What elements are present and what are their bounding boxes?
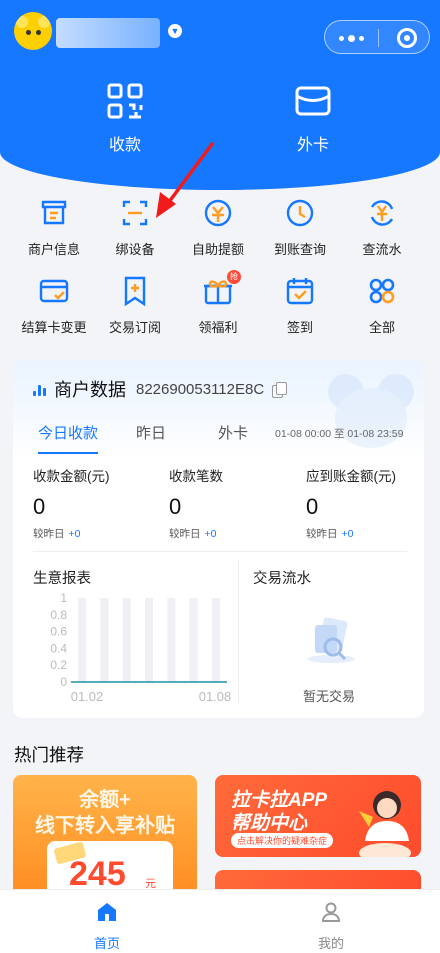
stat-value: 0 xyxy=(169,494,182,519)
section-title: 热门推荐 xyxy=(14,745,84,765)
grid-label: 签到 xyxy=(286,320,313,335)
bar-background xyxy=(167,598,176,682)
tab-yesterday[interactable]: 昨日 xyxy=(136,422,166,443)
bar-background xyxy=(211,598,220,682)
y-tick-label: 0.2 xyxy=(50,658,67,672)
grid-label: 交易订阅 xyxy=(108,320,161,335)
stat-label: 收款笔数 xyxy=(169,469,223,484)
stat-value: 0 xyxy=(306,494,319,519)
bar-background xyxy=(78,598,87,682)
y-tick-label: 0.4 xyxy=(50,641,67,655)
grid-item-settlement-card[interactable]: 结算卡变更 xyxy=(14,274,94,336)
promo-line1: 余额+ xyxy=(79,789,131,811)
bar-background xyxy=(189,598,198,682)
wallet-card-icon xyxy=(295,86,331,116)
grid-label: 查流水 xyxy=(362,242,402,257)
copy-icon[interactable] xyxy=(272,382,288,398)
more-icon[interactable] xyxy=(339,35,364,42)
bookmark-icon xyxy=(124,276,146,307)
x-tick-label: 01.08 xyxy=(199,689,232,704)
flow-title[interactable]: 交易流水 xyxy=(253,567,311,588)
stat-label: 收款金额(元) xyxy=(33,469,110,484)
card-header: 商户数据 822690053112E8C xyxy=(33,376,288,402)
x-tick-label: 01.02 xyxy=(71,689,104,704)
promo-banner-balance[interactable]: 余额+ 线下转入享补贴 245 元 xyxy=(13,775,197,905)
grid-label: 自助提额 xyxy=(191,242,244,257)
tab-mine[interactable]: 我的 xyxy=(281,900,381,952)
merchant-name-blurred[interactable] xyxy=(56,18,160,48)
tab-label: 我的 xyxy=(317,936,344,951)
scan-device-icon xyxy=(122,200,148,226)
tab-label: 首页 xyxy=(93,936,120,951)
avatar[interactable] xyxy=(14,12,52,50)
bottom-tabbar: 首页 我的 xyxy=(0,889,440,953)
miniprogram-capsule xyxy=(324,20,430,54)
tab-home[interactable]: 首页 xyxy=(57,900,157,952)
y-tick-label: 0.6 xyxy=(50,625,67,639)
qr-code-icon xyxy=(107,83,143,119)
grid-label: 到账查询 xyxy=(273,242,326,257)
yen-flow-icon xyxy=(370,200,394,226)
date-tabs: 今日收款 昨日 外卡 01-08 00:00 至 01-08 23:59 xyxy=(13,418,424,454)
store-icon xyxy=(41,200,67,225)
stat-compare: 较昨日 +0 xyxy=(169,528,217,540)
grid-item-merchant-info[interactable]: 商户信息 xyxy=(14,196,94,258)
grid-item-trade-subscribe[interactable]: 交易订阅 xyxy=(95,274,175,336)
stat-amount: 收款金额(元) 0 较昨日 +0 xyxy=(33,465,110,541)
foreign-card-label: 外卡 xyxy=(296,137,329,154)
tab-today[interactable]: 今日收款 xyxy=(38,422,98,443)
user-icon xyxy=(321,902,341,922)
report-title[interactable]: 生意报表 xyxy=(33,567,91,588)
grid-label: 领福利 xyxy=(198,320,238,335)
home-icon xyxy=(98,903,116,921)
promo-line2: 线下转入享补贴 xyxy=(35,815,175,837)
stat-label: 应到账金额(元) xyxy=(306,469,396,484)
merchant-id: 822690053112E8C xyxy=(136,380,265,398)
stat-due: 应到账金额(元) 0 较昨日 +0 xyxy=(306,465,396,541)
grid-item-welfare[interactable]: 抢 领福利 xyxy=(178,270,258,336)
assistant-illustration-icon xyxy=(359,791,411,857)
stat-value: 0 xyxy=(33,494,46,519)
stat-compare: 较昨日 +0 xyxy=(33,528,81,540)
annotation-arrow-icon xyxy=(156,142,214,218)
grid-item-check-in[interactable]: 签到 xyxy=(260,274,340,336)
bar-background xyxy=(122,598,131,682)
card-change-icon xyxy=(39,279,69,303)
promo-banner-help-center[interactable]: 拉卡拉APP 帮助中心 点击解决你的疑难杂症 xyxy=(215,775,421,857)
tab-foreign-card[interactable]: 外卡 xyxy=(218,422,248,443)
card-title: 商户数据 xyxy=(54,380,126,400)
grid-item-arrival-query[interactable]: 到账查询 xyxy=(260,196,340,258)
stat-count: 收款笔数 0 较昨日 +0 xyxy=(169,465,223,541)
hot-badge: 抢 xyxy=(227,270,241,284)
promo-tag: 点击解决你的疑难杂症 xyxy=(231,833,334,848)
bar-background xyxy=(100,598,109,682)
grid-label: 结算卡变更 xyxy=(21,320,87,335)
calendar-check-icon xyxy=(286,278,314,305)
y-tick-label: 1 xyxy=(60,591,67,605)
empty-state-text: 暂无交易 xyxy=(303,689,356,704)
business-report-chart[interactable]: 1 0.8 0.6 0.4 0.2 0 01.02 01.08 xyxy=(27,590,232,710)
all-grid-icon xyxy=(369,278,395,304)
grid-label: 商户信息 xyxy=(27,242,80,257)
tab-indicator xyxy=(38,452,98,454)
date-range: 01-08 00:00 至 01-08 23:59 xyxy=(275,428,404,440)
stat-compare: 较昨日 +0 xyxy=(306,528,354,540)
close-target-icon[interactable] xyxy=(397,28,417,48)
grid-label: 全部 xyxy=(368,320,395,335)
promo-line2: 帮助中心 xyxy=(231,813,308,834)
grid-label: 绑设备 xyxy=(115,242,155,257)
y-tick-label: 0.8 xyxy=(50,608,67,622)
header-banner: ▼ 收款 外卡 xyxy=(0,0,440,190)
grid-item-check-flow[interactable]: 查流水 xyxy=(342,196,422,258)
empty-receipt-icon xyxy=(307,617,355,663)
merchant-data-card: 商户数据 822690053112E8C 今日收款 昨日 外卡 01-08 00… xyxy=(13,360,424,718)
chevron-down-icon[interactable]: ▼ xyxy=(168,24,182,38)
bar-chart-icon xyxy=(33,382,47,396)
foreign-card-button[interactable]: 外卡 xyxy=(258,82,368,155)
bar-background xyxy=(145,598,153,682)
grid-item-all[interactable]: 全部 xyxy=(342,274,422,336)
clock-query-icon xyxy=(286,199,314,227)
y-tick-label: 0 xyxy=(60,675,67,689)
